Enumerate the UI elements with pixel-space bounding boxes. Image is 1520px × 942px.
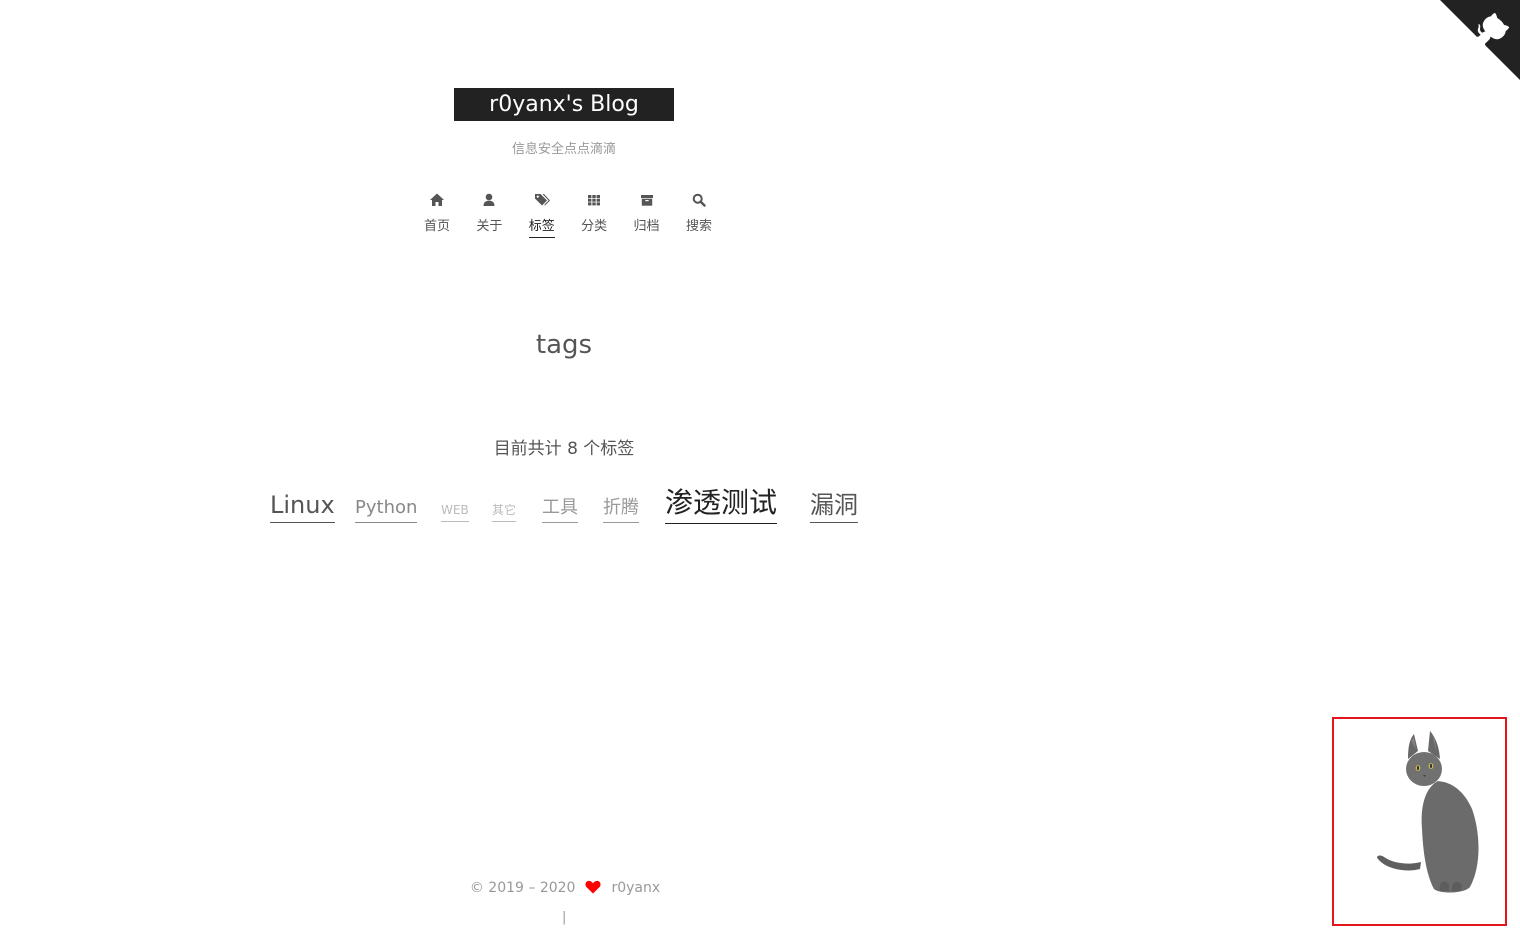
github-octocat-icon [1440,0,1520,80]
copyright-text: © 2019 – 2020 [469,880,576,896]
heart-icon [585,880,601,894]
menu-item-archives[interactable]: 归档 [628,192,666,248]
menu-item-label: 首页 [423,219,450,234]
page-title: tags [535,330,593,360]
main-menu: 首页 关于 标签 分类 归档 搜索 [418,192,718,248]
menu-item-label: 标签 [528,219,555,238]
tag-link[interactable]: Linux [270,492,335,524]
archive-icon [640,195,653,206]
menu-item-home[interactable]: 首页 [418,192,456,248]
tag-link[interactable]: 其它 [492,503,517,523]
tags-icon [534,194,550,206]
tag-link[interactable]: WEB [441,503,469,523]
th-icon [588,195,601,206]
tag-link[interactable]: Python [355,498,418,523]
tag-link[interactable]: 漏洞 [810,492,858,524]
site-title[interactable]: r0yanx's Blog [454,88,674,121]
menu-item-tags[interactable]: 标签 [523,192,561,248]
cat-mascot-icon [1377,731,1479,893]
user-icon [483,193,495,206]
tag-link[interactable]: 工具 [542,498,578,523]
home-icon [430,193,444,206]
footer-separator: | [562,910,567,925]
tag-count-text: 目前共计 8 个标签 [493,439,635,459]
menu-item-label: 分类 [581,219,608,234]
tag-link[interactable]: 折腾 [603,498,639,523]
live2d-cat-widget[interactable] [1332,717,1507,926]
github-corner-link[interactable] [1440,0,1520,80]
menu-item-label: 搜索 [685,219,712,234]
menu-item-categories[interactable]: 分类 [575,192,613,248]
footer-copyright: © 2019 – 2020 r0yanx [380,880,750,896]
footer-author: r0yanx [611,880,661,896]
page: r0yanx's Blog 信息安全点点滴滴 首页 关于 标签 分类 归档 搜索… [0,0,1520,942]
site-subtitle: 信息安全点点滴滴 [511,142,616,157]
menu-item-search[interactable]: 搜索 [680,192,718,248]
menu-item-label: 关于 [476,219,503,234]
tag-link[interactable]: 渗透测试 [665,487,778,524]
menu-item-label: 归档 [633,219,660,234]
tag-cloud: Linux Python WEB 其它 工具 折腾 渗透测试 漏洞 [0,480,1130,550]
search-icon [692,193,706,207]
menu-item-about[interactable]: 关于 [470,192,508,248]
